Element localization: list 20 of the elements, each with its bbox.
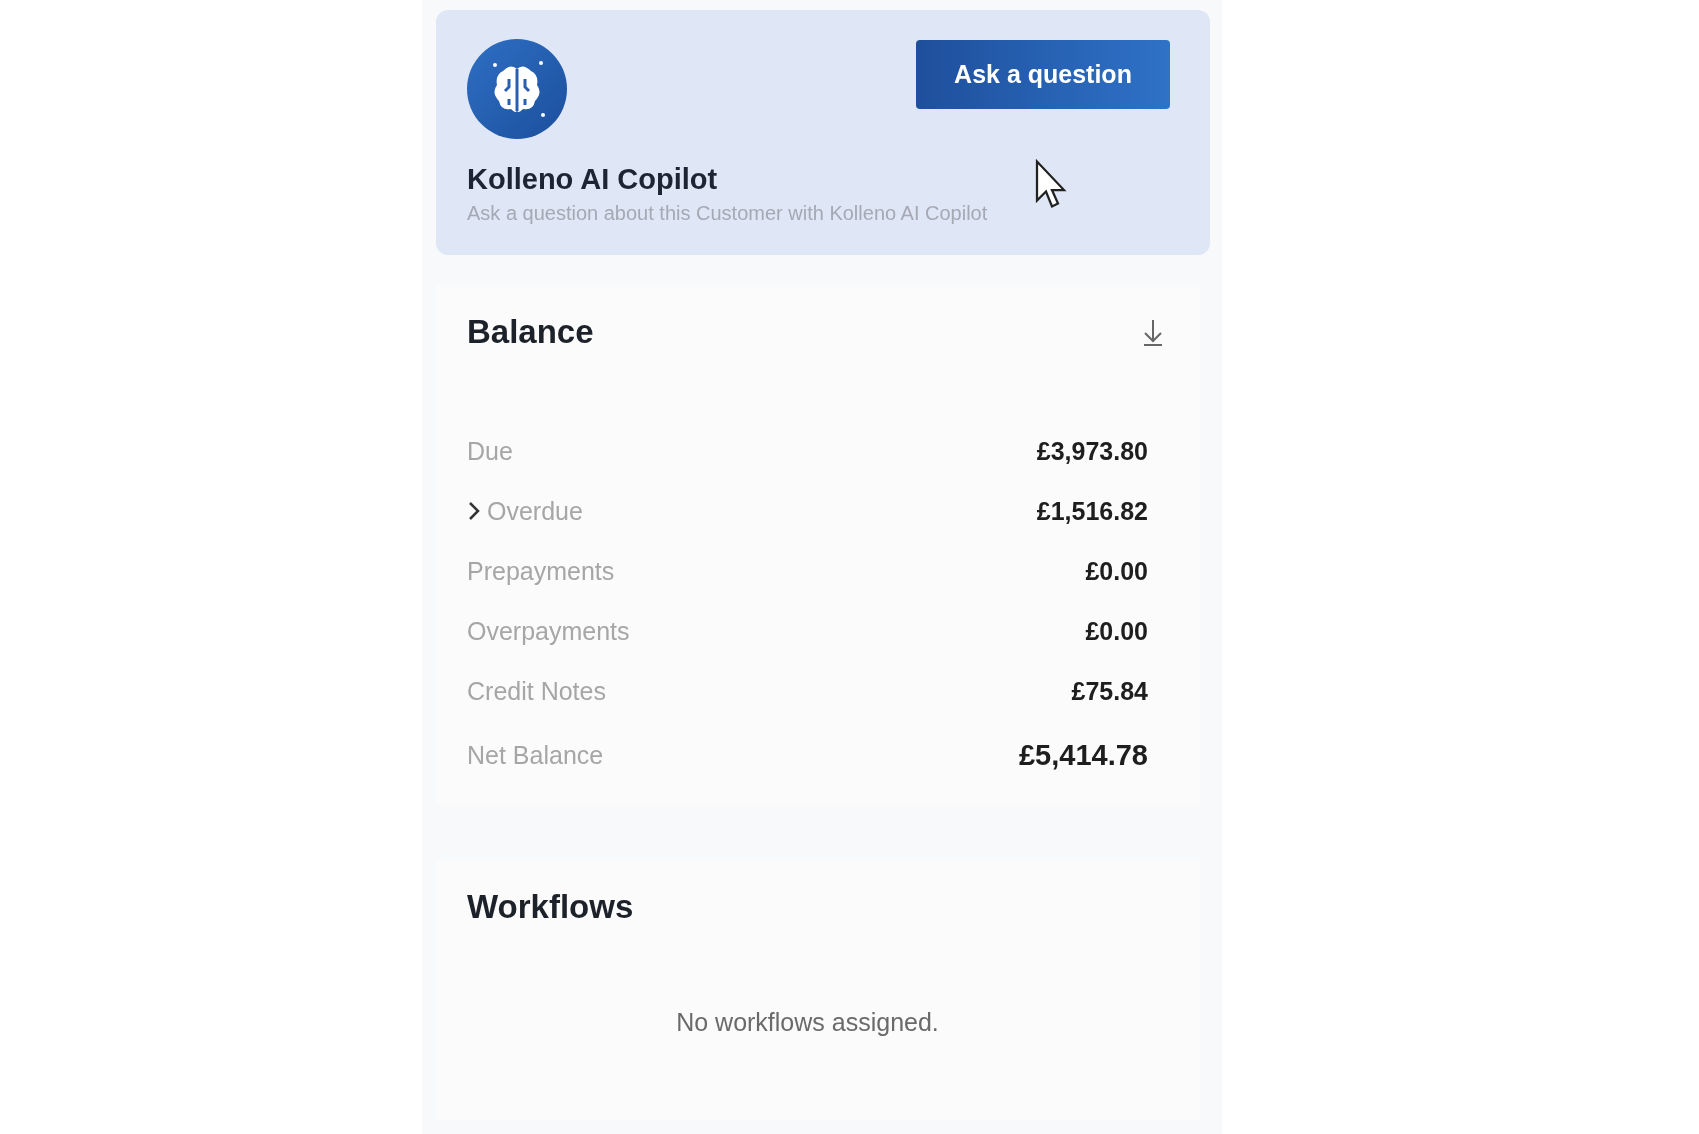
ask-question-button[interactable]: Ask a question — [916, 40, 1170, 109]
download-icon[interactable] — [1141, 317, 1165, 347]
balance-label: Overpayments — [467, 616, 630, 646]
brain-icon — [467, 39, 567, 139]
balance-label: Credit Notes — [467, 676, 606, 706]
balance-label: Prepayments — [467, 556, 615, 586]
balance-amount: £1,516.82 — [1036, 496, 1148, 526]
balance-amount: £0.00 — [1085, 616, 1148, 646]
balance-amount: £5,414.78 — [1019, 738, 1148, 772]
copilot-title: Kolleno AI Copilot — [467, 163, 718, 196]
empty-message: No workflows assigned. — [675, 1008, 940, 1037]
balance-heading: Balance — [467, 313, 594, 351]
balance-label: Net Balance — [467, 740, 604, 770]
balance-amount: £75.84 — [1071, 676, 1148, 706]
chevron-right-icon — [467, 500, 481, 522]
balance-amount: £3,973.80 — [1036, 436, 1148, 466]
workflows-heading: Workflows — [467, 888, 635, 926]
balance-amount: £0.00 — [1085, 556, 1148, 586]
balance-label: Due — [467, 436, 513, 466]
copilot-subtitle: Ask a question about this Customer with Kolleno AI Copilot — [467, 202, 989, 225]
